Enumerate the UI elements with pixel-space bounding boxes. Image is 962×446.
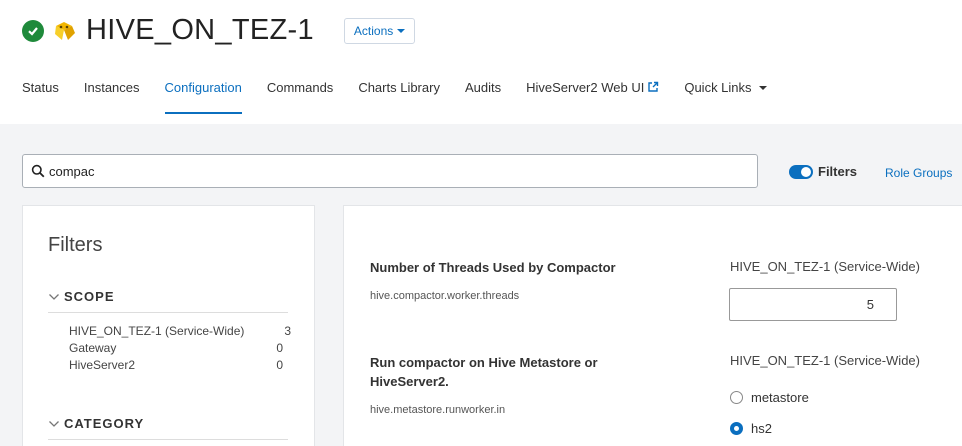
config-name-line1: Run compactor on Hive Metastore or	[370, 355, 598, 370]
config-scope: HIVE_ON_TEZ-1 (Service-Wide)	[730, 259, 920, 274]
tab-label: Status	[22, 80, 59, 95]
scope-item-count: 3	[284, 324, 291, 338]
tab-label: Commands	[266, 80, 334, 95]
scope-list: HIVE_ON_TEZ-1 (Service-Wide) 3 Gateway 0…	[69, 324, 291, 375]
tab-status[interactable]: Status	[22, 80, 59, 114]
scope-item-label: HIVE_ON_TEZ-1 (Service-Wide)	[69, 324, 245, 338]
radio-unchecked-icon	[730, 391, 743, 404]
filters-toggle-label: Filters	[818, 164, 858, 179]
caret-down-icon	[397, 28, 406, 33]
chevron-down-icon	[49, 420, 59, 427]
tab-hiveserver2-web-ui[interactable]: HiveServer2 Web UI	[526, 80, 659, 114]
scope-item-hiveserver2[interactable]: HiveServer2 0	[69, 358, 291, 375]
scope-item-label: HiveServer2	[69, 358, 136, 372]
toggle-switch-icon	[789, 164, 813, 179]
filters-panel: Filters SCOPE HIVE_ON_TEZ-1 (Service-Wid…	[22, 205, 315, 446]
tab-bar: Status Instances Configuration Commands …	[22, 80, 792, 114]
caret-down-icon	[758, 86, 767, 90]
search-icon	[31, 164, 45, 178]
threads-value: 5	[866, 297, 874, 312]
config-name: Number of Threads Used by Compactor	[370, 260, 616, 275]
check-circle-icon	[22, 19, 44, 42]
radio-label: hs2	[751, 421, 772, 436]
config-scope: HIVE_ON_TEZ-1 (Service-Wide)	[730, 353, 920, 368]
scope-item-service-wide[interactable]: HIVE_ON_TEZ-1 (Service-Wide) 3	[69, 324, 291, 341]
title-row: HIVE_ON_TEZ-1 Actions	[22, 14, 416, 47]
config-name: Run compactor on Hive Metastore or HiveS…	[370, 353, 598, 391]
tab-label: Quick Links	[684, 80, 752, 95]
scope-item-count: 0	[276, 341, 283, 355]
tab-label: Instances	[83, 80, 140, 95]
actions-button[interactable]: Actions	[343, 17, 416, 44]
page-title: HIVE_ON_TEZ-1	[86, 14, 314, 46]
tab-instances[interactable]: Instances	[84, 80, 140, 114]
external-link-icon	[648, 81, 659, 92]
scope-item-label: Gateway	[69, 341, 117, 355]
radio-checked-icon	[730, 422, 743, 435]
category-label: CATEGORY	[64, 416, 145, 431]
scope-item-count: 0	[276, 358, 283, 372]
radio-hs2[interactable]: hs2	[730, 421, 772, 436]
chevron-down-icon	[49, 293, 59, 300]
tab-commands[interactable]: Commands	[267, 80, 333, 114]
search-value: compac	[49, 163, 95, 179]
radio-metastore[interactable]: metastore	[730, 390, 809, 405]
tab-audits[interactable]: Audits	[465, 80, 501, 114]
tab-label: Audits	[464, 80, 502, 95]
config-key: hive.metastore.runworker.in	[370, 404, 506, 416]
service-header: HIVE_ON_TEZ-1 Actions Status Instances C…	[0, 0, 962, 124]
tab-quick-links[interactable]: Quick Links	[684, 80, 767, 114]
configuration-list: Number of Threads Used by Compactor hive…	[343, 205, 962, 446]
tab-configuration[interactable]: Configuration	[164, 80, 242, 114]
scope-label: SCOPE	[64, 289, 115, 304]
filters-toggle[interactable]: Filters	[789, 164, 857, 179]
search-input[interactable]: compac	[22, 154, 758, 188]
config-name-line2: HiveServer2.	[370, 374, 449, 389]
category-section-header[interactable]: CATEGORY	[48, 416, 288, 440]
scope-section-header[interactable]: SCOPE	[48, 289, 288, 313]
radio-label: metastore	[751, 390, 809, 405]
hive-bee-icon	[55, 21, 75, 40]
tab-charts-library[interactable]: Charts Library	[358, 80, 440, 114]
filters-title: Filters	[48, 234, 103, 256]
role-groups-link[interactable]: Role Groups	[885, 166, 952, 180]
config-key: hive.compactor.worker.threads	[370, 290, 520, 302]
tab-label: Configuration	[164, 80, 242, 95]
actions-label: Actions	[353, 23, 394, 38]
threads-input[interactable]: 5	[729, 288, 897, 321]
tab-label: HiveServer2 Web UI	[526, 80, 645, 95]
scope-item-gateway[interactable]: Gateway 0	[69, 341, 291, 358]
tab-label: Charts Library	[358, 80, 440, 95]
